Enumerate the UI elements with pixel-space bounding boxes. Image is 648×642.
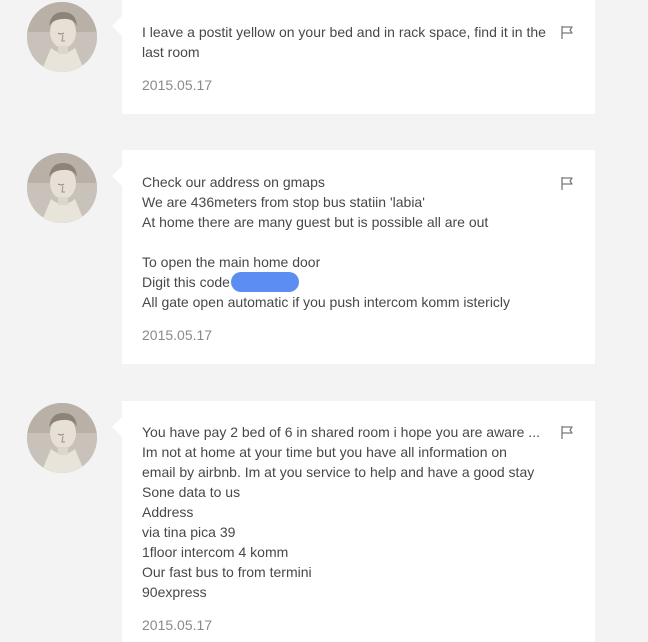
message-text: You have pay 2 bed of 6 in shared room i… [142, 422, 562, 602]
avatar[interactable] [27, 153, 97, 223]
redacted-code [230, 272, 299, 292]
avatar-image [27, 2, 97, 72]
message-date: 2015.05.17 [142, 77, 213, 93]
flag-icon[interactable] [559, 24, 575, 40]
message-item: I leave a postit yellow on your bed and … [0, 0, 648, 114]
message-line: You have pay 2 bed of 6 in shared room i… [142, 424, 540, 440]
message-line: To open the main home door [142, 254, 321, 270]
message-line: I leave a postit yellow on your bed and … [142, 24, 546, 60]
avatar-image [27, 403, 97, 473]
message-line: 90express [142, 584, 207, 600]
flag-icon[interactable] [559, 424, 575, 440]
message-line: 1floor intercom 4 komm [142, 544, 289, 560]
avatar[interactable] [27, 403, 97, 473]
avatar[interactable] [27, 2, 97, 72]
message-line: Check our address on gmaps [142, 174, 325, 190]
message-text: I leave a postit yellow on your bed and … [142, 22, 562, 62]
message-line: All gate open automatic if you push inte… [142, 294, 511, 310]
message-item: Check our address on gmaps We are 436met… [0, 150, 648, 364]
message-bubble: I leave a postit yellow on your bed and … [112, 0, 595, 114]
message-line: We are 436meters from stop bus statiin '… [142, 194, 425, 210]
message-line [142, 232, 562, 252]
message-bubble: Check our address on gmaps We are 436met… [112, 150, 595, 364]
message-item: You have pay 2 bed of 6 in shared room i… [0, 401, 648, 642]
message-text: Check our address on gmaps We are 436met… [142, 172, 562, 312]
message-line: Our fast bus to from termini [142, 564, 312, 580]
message-line: At home there are many guest but is poss… [142, 214, 489, 230]
message-line: Sone data to us [142, 484, 241, 500]
message-line: Address [142, 504, 194, 520]
message-line-with-code: Digit this code [142, 272, 562, 292]
message-date: 2015.05.17 [142, 327, 213, 343]
avatar-image [27, 153, 97, 223]
message-line-text: Digit this code [142, 274, 230, 290]
message-date: 2015.05.17 [142, 617, 213, 633]
message-bubble: You have pay 2 bed of 6 in shared room i… [112, 401, 595, 642]
message-thread: I leave a postit yellow on your bed and … [0, 0, 648, 642]
message-line: via tina pica 39 [142, 524, 236, 540]
message-line: email by airbnb. Im at you service to he… [142, 464, 535, 480]
message-line: Im not at home at your time but you have… [142, 444, 507, 460]
flag-icon[interactable] [559, 175, 575, 191]
